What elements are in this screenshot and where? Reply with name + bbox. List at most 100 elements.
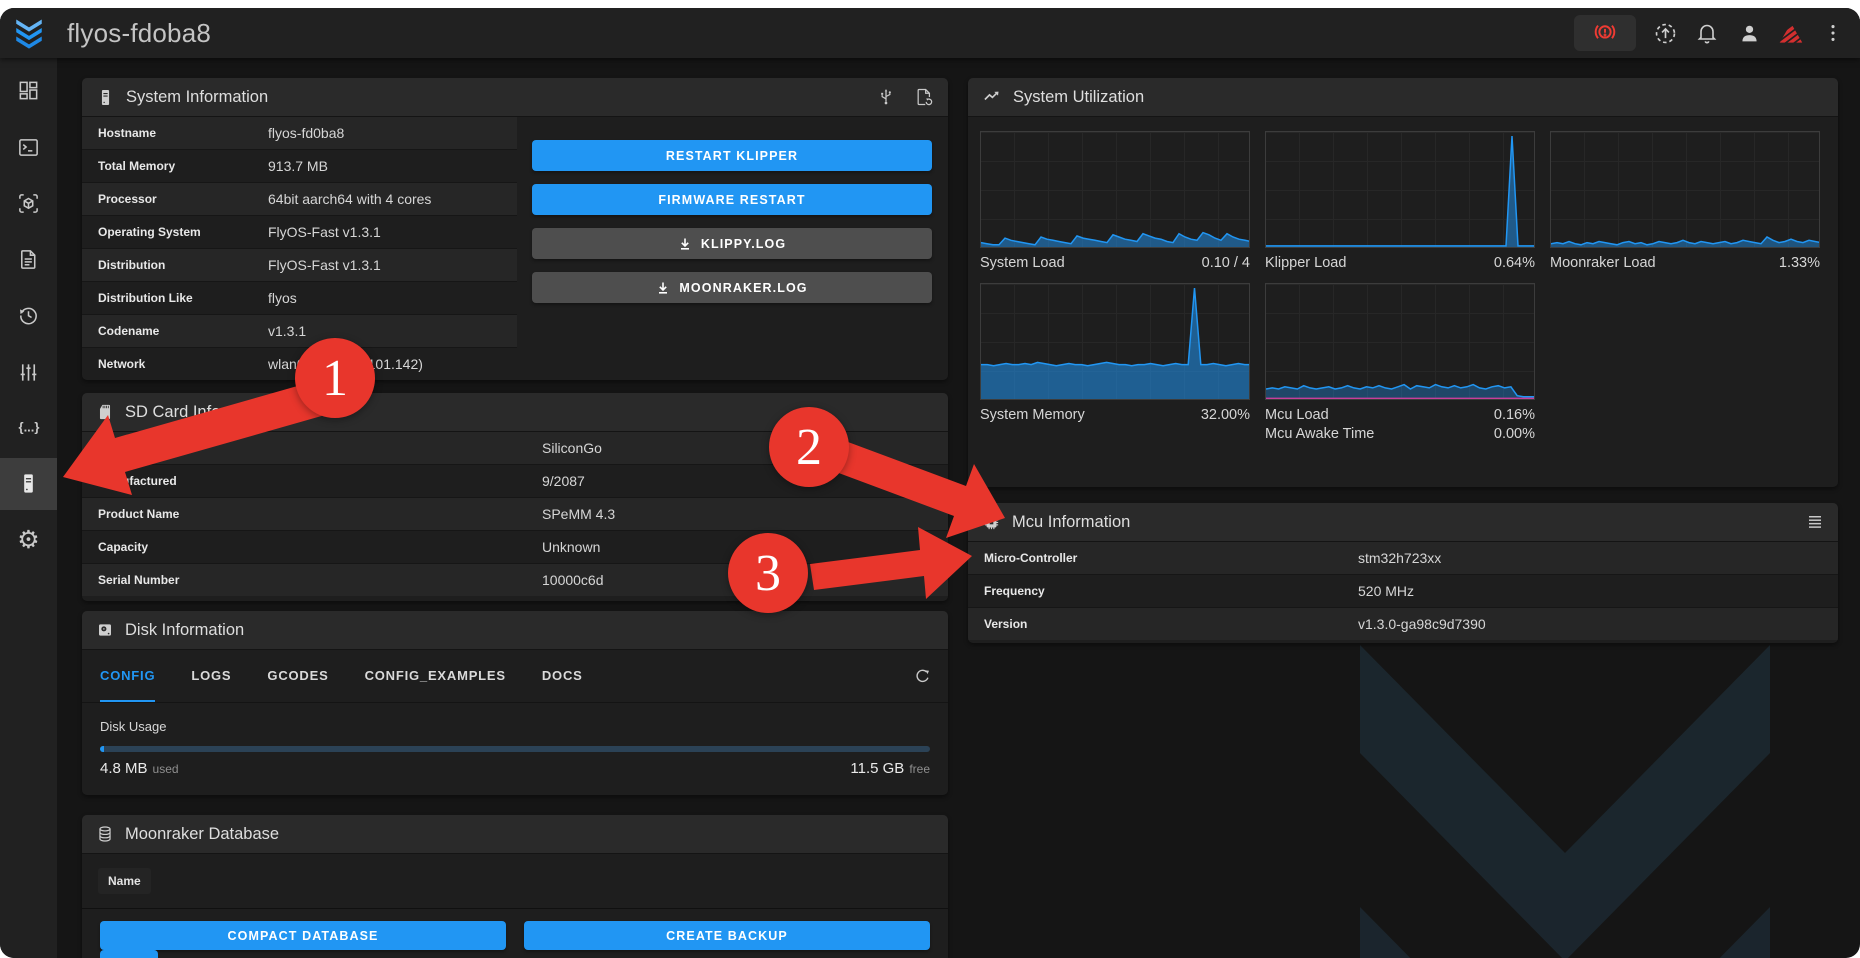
update-icon <box>1653 21 1678 46</box>
row-value: v1.3.1 <box>268 323 306 339</box>
tab-label: GCODES <box>267 668 328 683</box>
refresh-disk-button[interactable] <box>913 667 932 686</box>
row-label: Distribution Like <box>82 291 193 305</box>
table-row: Processor 64bit aarch64 with 4 cores <box>82 182 517 215</box>
database-icon <box>96 825 114 843</box>
button-label: RESTART KLIPPER <box>666 149 798 163</box>
row-label: Manufacturer <box>82 441 174 455</box>
table-row: DistributionFlyOS-Fast v1.3.1 <box>82 248 517 281</box>
mcu-menu-button[interactable] <box>1806 513 1824 531</box>
partially-visible-button[interactable] <box>100 950 158 958</box>
row-value: 64bit aarch64 with 4 cores <box>268 191 431 207</box>
tab-config-examples[interactable]: CONFIG_EXAMPLES <box>365 650 506 702</box>
klipper-load-sparkline <box>1265 131 1535 248</box>
system-information-table: Hostnameflyos-fd0ba8 Total Memory913.7 M… <box>82 117 517 380</box>
sidebar-item-gcode-preview[interactable] <box>0 181 57 225</box>
notifications-button[interactable] <box>1694 20 1720 46</box>
button-label: FIRMWARE RESTART <box>658 193 805 207</box>
row-label: Serial Number <box>82 573 179 587</box>
page-title: flyos-fdoba8 <box>67 18 211 49</box>
disk-tabs: CONFIG LOGS GCODES CONFIG_EXAMPLES DOCS <box>82 650 948 703</box>
emergency-stop-button[interactable] <box>1574 15 1636 51</box>
braces-icon: {...} <box>14 416 44 438</box>
column-header-name[interactable]: Name <box>98 868 151 894</box>
dots-vertical-icon <box>1822 21 1844 45</box>
chart-label: Mcu Awake Time <box>1265 426 1374 442</box>
sidebar-item-console[interactable] <box>0 125 57 169</box>
moonraker-database-header: Moonraker Database <box>82 815 948 854</box>
row-value: SPeMM 4.3 <box>542 506 615 522</box>
compact-database-button[interactable]: COMPACT DATABASE <box>100 921 506 950</box>
row-value: 9/2087 <box>542 473 585 489</box>
tab-label: LOGS <box>191 668 231 683</box>
sidebar-item-configure[interactable]: {...} <box>0 405 57 449</box>
row-value: FlyOS-Fast v1.3.1 <box>268 257 381 273</box>
account-button[interactable] <box>1736 20 1762 46</box>
row-value: SiliconGo <box>542 440 602 456</box>
sidebar-item-tune[interactable] <box>0 350 57 394</box>
annotation-number: 3 <box>755 544 781 603</box>
tab-gcodes[interactable]: GCODES <box>267 650 328 702</box>
panel-title: SD Card Information <box>125 403 275 422</box>
system-information-panel: System Information <box>82 78 948 380</box>
harddisk-icon <box>96 621 114 639</box>
system-load-sparkline <box>980 131 1250 248</box>
cube-scan-icon <box>17 192 40 215</box>
reload-file-button[interactable] <box>914 87 934 107</box>
row-label: Frequency <box>968 584 1045 598</box>
file-refresh-icon <box>914 87 934 107</box>
sidebar-item-settings[interactable]: ⚙ <box>0 518 57 562</box>
tab-config[interactable]: CONFIG <box>100 650 155 702</box>
row-label: Processor <box>82 192 157 206</box>
row-label: Micro-Controller <box>968 551 1077 565</box>
create-backup-button[interactable]: CREATE BACKUP <box>524 921 930 950</box>
usb-devices-button[interactable] <box>876 87 896 107</box>
tab-label: DOCS <box>542 668 583 683</box>
mcu-load-sparkline <box>1265 283 1535 400</box>
overflow-menu-button[interactable] <box>1820 20 1846 46</box>
row-label: Product Name <box>82 507 179 521</box>
button-label: KLIPPY.LOG <box>701 237 786 251</box>
row-value: 10000c6d <box>542 572 604 588</box>
system-actions: RESTART KLIPPER FIRMWARE RESTART KLIPPY.… <box>532 140 932 303</box>
brand-triangle-icon <box>1778 19 1804 47</box>
brand-logo-button[interactable] <box>1778 20 1804 46</box>
mcu-information-header: Mcu Information <box>968 503 1838 542</box>
table-row: Serial Number 10000c6d <box>82 563 948 596</box>
system-utilization-panel: System Utilization System Load0.10 / 4 K… <box>968 78 1838 487</box>
system-information-header: System Information <box>82 78 948 117</box>
chip-icon <box>982 513 1001 532</box>
gear-icon: ⚙ <box>17 528 39 553</box>
table-row: Distribution Likeflyos <box>82 281 517 314</box>
download-klippy-log-button[interactable]: KLIPPY.LOG <box>532 228 932 259</box>
disk-information-header: Disk Information <box>82 611 948 650</box>
disk-free-value: 11.5 GBfree <box>850 760 930 778</box>
sidebar-item-machine[interactable] <box>0 461 57 505</box>
chart-value: 0.16% <box>1494 407 1535 423</box>
download-moonraker-log-button[interactable]: MOONRAKER.LOG <box>532 272 932 303</box>
chart-value: 0.64% <box>1494 255 1535 271</box>
restart-klipper-button[interactable]: RESTART KLIPPER <box>532 140 932 171</box>
sidebar-item-jobs[interactable] <box>0 237 57 281</box>
emergency-stop-icon <box>1592 20 1618 46</box>
row-label: Version <box>968 617 1027 631</box>
tab-logs[interactable]: LOGS <box>191 650 231 702</box>
table-row: Micro-Controllerstm32h723xx <box>968 542 1838 574</box>
row-value: 520 MHz <box>1358 583 1414 599</box>
flyos-logo-icon <box>12 16 46 50</box>
usb-icon <box>876 87 896 107</box>
sidebar-item-dashboard[interactable] <box>0 68 57 112</box>
chart-mcu-load: Mcu Load0.16% Mcu Awake Time0.00% <box>1265 283 1535 442</box>
refresh-icon <box>913 667 932 686</box>
app-logo[interactable] <box>0 16 57 50</box>
update-available-button[interactable] <box>1652 20 1678 46</box>
disk-usage-label: Disk Usage <box>100 719 930 734</box>
row-label: Codename <box>82 324 159 338</box>
row-label: Manufactured <box>82 474 177 488</box>
disk-usage-used-fill <box>100 746 104 752</box>
system-utilization-header: System Utilization <box>968 78 1838 117</box>
firmware-restart-button[interactable]: FIRMWARE RESTART <box>532 184 932 215</box>
table-row: Operating SystemFlyOS-Fast v1.3.1 <box>82 215 517 248</box>
sidebar-item-history[interactable] <box>0 293 57 337</box>
tab-docs[interactable]: DOCS <box>542 650 583 702</box>
